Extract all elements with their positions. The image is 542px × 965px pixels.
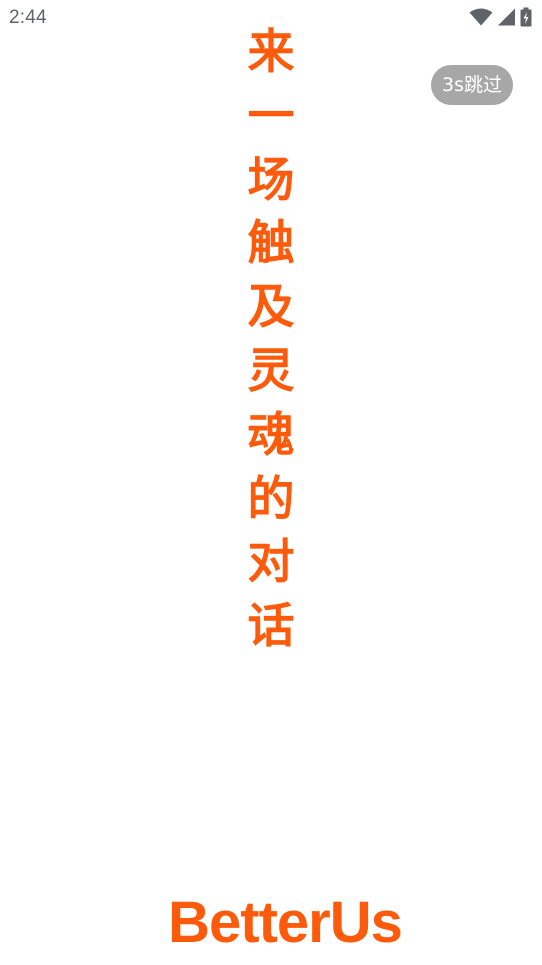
- slogan-character: 魂: [247, 407, 295, 463]
- battery-charging-icon: [520, 7, 532, 27]
- slogan-character: 场: [247, 152, 295, 208]
- brand-logo: BetterUs: [168, 890, 403, 955]
- slogan-character: 的: [247, 471, 295, 527]
- status-time: 2:44: [9, 7, 47, 28]
- slogan-character: 及: [247, 280, 295, 336]
- slogan-character: 灵: [247, 343, 295, 399]
- slogan-character: 话: [247, 599, 295, 655]
- cellular-signal-icon: [497, 8, 516, 26]
- slogan-character: 对: [247, 535, 295, 591]
- skip-button[interactable]: 3s跳过: [431, 65, 513, 105]
- wifi-icon: [469, 8, 493, 26]
- slogan-character: 来: [247, 25, 295, 80]
- slogan-vertical-text: 来 一 场 触 及 灵 魂 的 对 话: [242, 21, 300, 659]
- status-icons: [469, 7, 532, 27]
- slogan-character: 触: [247, 216, 295, 272]
- slogan-character: 一: [247, 88, 295, 144]
